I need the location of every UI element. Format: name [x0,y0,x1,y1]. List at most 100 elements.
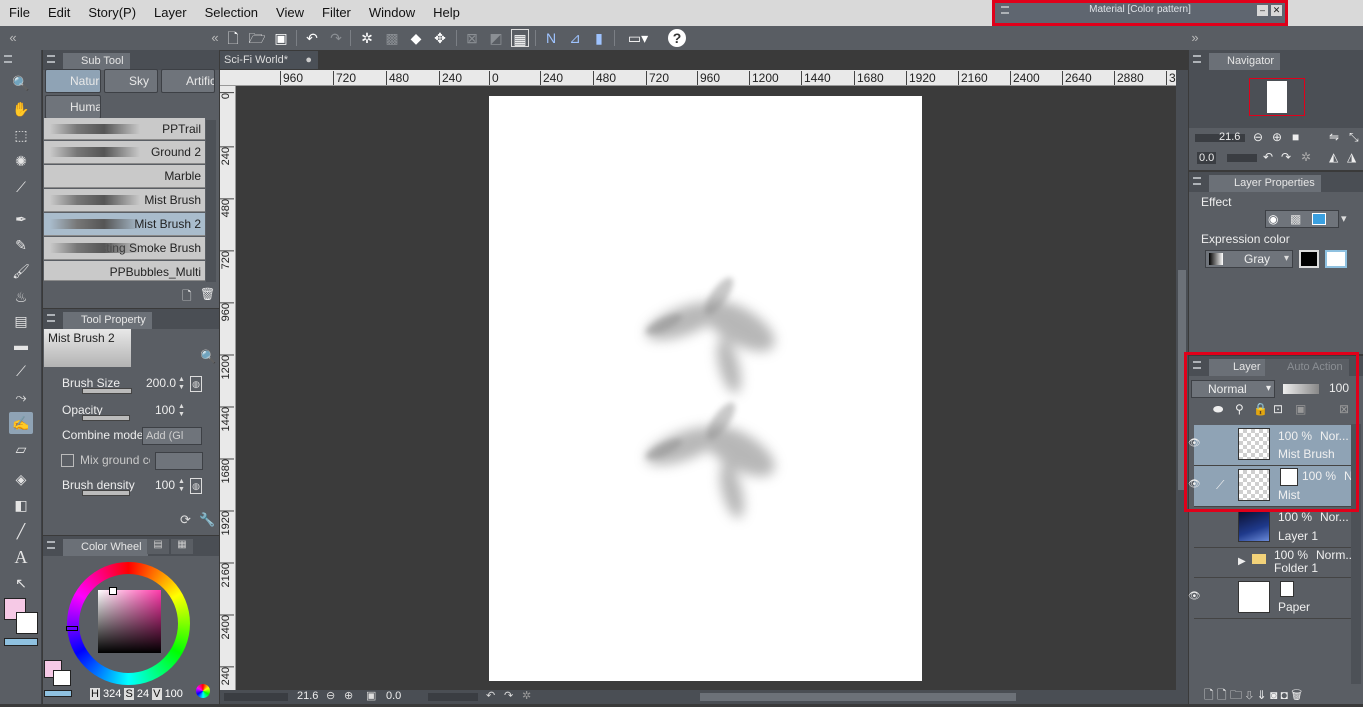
brush-size-slider[interactable] [82,388,132,394]
navigator-zoom-out-icon[interactable]: ⊖ [1253,130,1263,144]
new-vector-layer-icon[interactable]: 🗋 [1217,688,1227,702]
border-effect-icon[interactable]: ◉ [1268,212,1284,226]
canvas-paper[interactable] [489,96,922,681]
navigator-zoom-in-icon[interactable]: ⊕ [1272,130,1282,144]
grip-icon[interactable] [47,55,55,63]
layer-row-folder-1[interactable]: ▶ 100 % Norm... Folder 1 [1194,548,1355,578]
close-tab-icon[interactable]: ● [305,51,312,69]
fit-icon[interactable]: ▣ [366,689,376,702]
tab-sub-tool[interactable]: Sub Tool [63,53,130,70]
subtool-group-human[interactable]: Huma [45,95,101,119]
merge-down-icon[interactable]: ⇓ [1257,688,1267,702]
brush-item[interactable]: PPTrail [44,118,205,140]
invert-selection-icon[interactable]: ◩ [487,29,505,47]
pen-tool-icon[interactable]: ✒ [9,208,33,230]
collapse-left-icon[interactable]: « [206,29,224,47]
menu-story[interactable]: Story(P) [79,0,145,26]
eraser-tool-icon[interactable]: ▱ [9,438,33,460]
brush-tool-icon[interactable]: 🖌 [9,260,33,282]
move-tool-icon[interactable]: ✋ [9,98,33,120]
brush-item[interactable]: Marble [44,165,205,188]
smudge-tool-icon[interactable]: ⤳ [9,386,33,408]
horizontal-scroll-thumb[interactable] [700,693,1016,701]
magnify-icon[interactable]: 🔍 [200,349,216,365]
reset-icon[interactable]: ⟳ [180,512,191,528]
transform-icon[interactable]: ✥ [431,29,449,47]
save-icon[interactable]: ▣ [272,29,290,47]
rotate-left-icon[interactable]: ↶ [486,689,495,702]
settings-wrench-icon[interactable]: 🔧 [199,512,215,528]
effect-dropdown-icon[interactable]: ▾ [1341,212,1347,225]
snap-ruler-icon[interactable]: N [542,29,560,47]
menu-edit[interactable]: Edit [39,0,79,26]
close-icon[interactable]: ✕ [1271,5,1282,16]
rotation-slider[interactable] [428,693,478,701]
fill-tool-icon[interactable]: ◈ [9,468,33,490]
material-window[interactable]: Material [Color pattern] – ✕ [992,0,1288,26]
delete-layer-icon[interactable]: 🗑 [1291,688,1302,702]
menu-selection[interactable]: Selection [196,0,267,26]
menu-layer[interactable]: Layer [145,0,196,26]
collapse-left-icon[interactable]: « [4,29,22,47]
brush-size-value[interactable]: 200.0 [146,376,176,390]
subtool-group-artificial[interactable]: Artific [161,69,215,93]
new-subtool-icon[interactable]: 🗋 [182,287,196,303]
grip-icon[interactable] [1193,55,1201,63]
expand-folder-icon[interactable]: ▶ [1238,556,1246,567]
mix-ground-checkbox[interactable] [61,454,74,467]
menu-filter[interactable]: Filter [313,0,360,26]
tab-color-set[interactable]: ▦ [171,539,193,554]
menu-view[interactable]: View [267,0,313,26]
navigator-preview[interactable] [1189,70,1363,128]
opacity-row[interactable]: Opacity 100 ▲ ▼ [44,401,218,425]
selection-tool-icon[interactable]: ⬚ [9,124,33,146]
screen-mode-icon[interactable]: ▭▾ [622,29,654,47]
layer-color-effect-icon[interactable] [1312,213,1326,225]
apply-mask-icon[interactable]: ◘ [1281,688,1288,702]
zoom-out-icon[interactable]: ⊖ [326,689,335,702]
menu-window[interactable]: Window [360,0,424,26]
decoration-tool-icon[interactable]: ▤ [9,310,33,332]
show-selection-icon[interactable]: ▦ [511,29,529,47]
open-folder-icon[interactable]: 🗁 [248,29,266,47]
navigator-reset-rotation-icon[interactable]: ✲ [1301,150,1311,164]
brush-density-row[interactable]: Brush density 100 ▲ ▼ ◍ [44,476,218,500]
auto-select-tool-icon[interactable]: ✺ [9,150,33,172]
transfer-down-icon[interactable]: ⇩ [1245,688,1253,702]
decoration-brush-tool-icon[interactable]: ✍ [9,412,33,434]
navigator-rotate-left-icon[interactable]: ↶ [1263,150,1273,164]
menu-help[interactable]: Help [424,0,469,26]
subtool-group-nature[interactable]: Natur [45,69,101,93]
text-tool-icon[interactable]: A [9,546,33,568]
layer-row-layer-1[interactable]: 100 % Nor... Layer 1 [1194,507,1352,548]
rotate-right-icon[interactable]: ↷ [504,689,513,702]
clear-outside-icon[interactable]: ▩ [383,29,401,47]
collapse-right-icon[interactable]: » [1186,29,1204,47]
fill-icon[interactable]: ◆ [407,29,425,47]
new-raster-layer-icon[interactable]: 🗋 [1204,688,1214,702]
pressure-icon[interactable]: ◍ [190,478,202,494]
spin-icon[interactable]: ▲ ▼ [177,376,186,392]
flip-vertical-icon[interactable]: ⤡ [1349,130,1359,145]
layer-row-paper[interactable]: 👁 Paper [1188,578,1352,619]
navigator-rotation-slider[interactable] [1227,154,1257,162]
figure-tool-icon[interactable]: ╱ [9,520,33,542]
opacity-value[interactable]: 100 [155,403,175,417]
tab-tool-property[interactable]: Tool Property [63,312,152,329]
redo-icon[interactable]: ↷ [327,29,345,47]
sub-color-swatch[interactable] [16,612,38,634]
help-icon[interactable]: ? [668,29,686,47]
panel-sub-color-swatch[interactable] [53,670,71,686]
brush-item[interactable]: PPBubbles_Multi [44,261,205,281]
menu-file[interactable]: File [0,0,39,26]
snap-special-ruler-icon[interactable]: ⊿ [566,29,584,47]
brush-list-scrollbar[interactable] [206,120,216,282]
zoom-in-icon[interactable]: ⊕ [344,689,353,702]
mix-ground-row[interactable]: Mix ground co [44,451,218,475]
brush-density-slider[interactable] [82,490,130,496]
flip-horizontal-icon[interactable]: ⇋ [1329,130,1339,144]
mix-ground-select[interactable] [155,452,203,470]
brush-item[interactable]: Mist Brush [44,189,205,212]
reset-rotation-icon[interactable]: ✲ [522,689,531,702]
brush-item-selected[interactable]: Mist Brush 2 [44,213,205,236]
